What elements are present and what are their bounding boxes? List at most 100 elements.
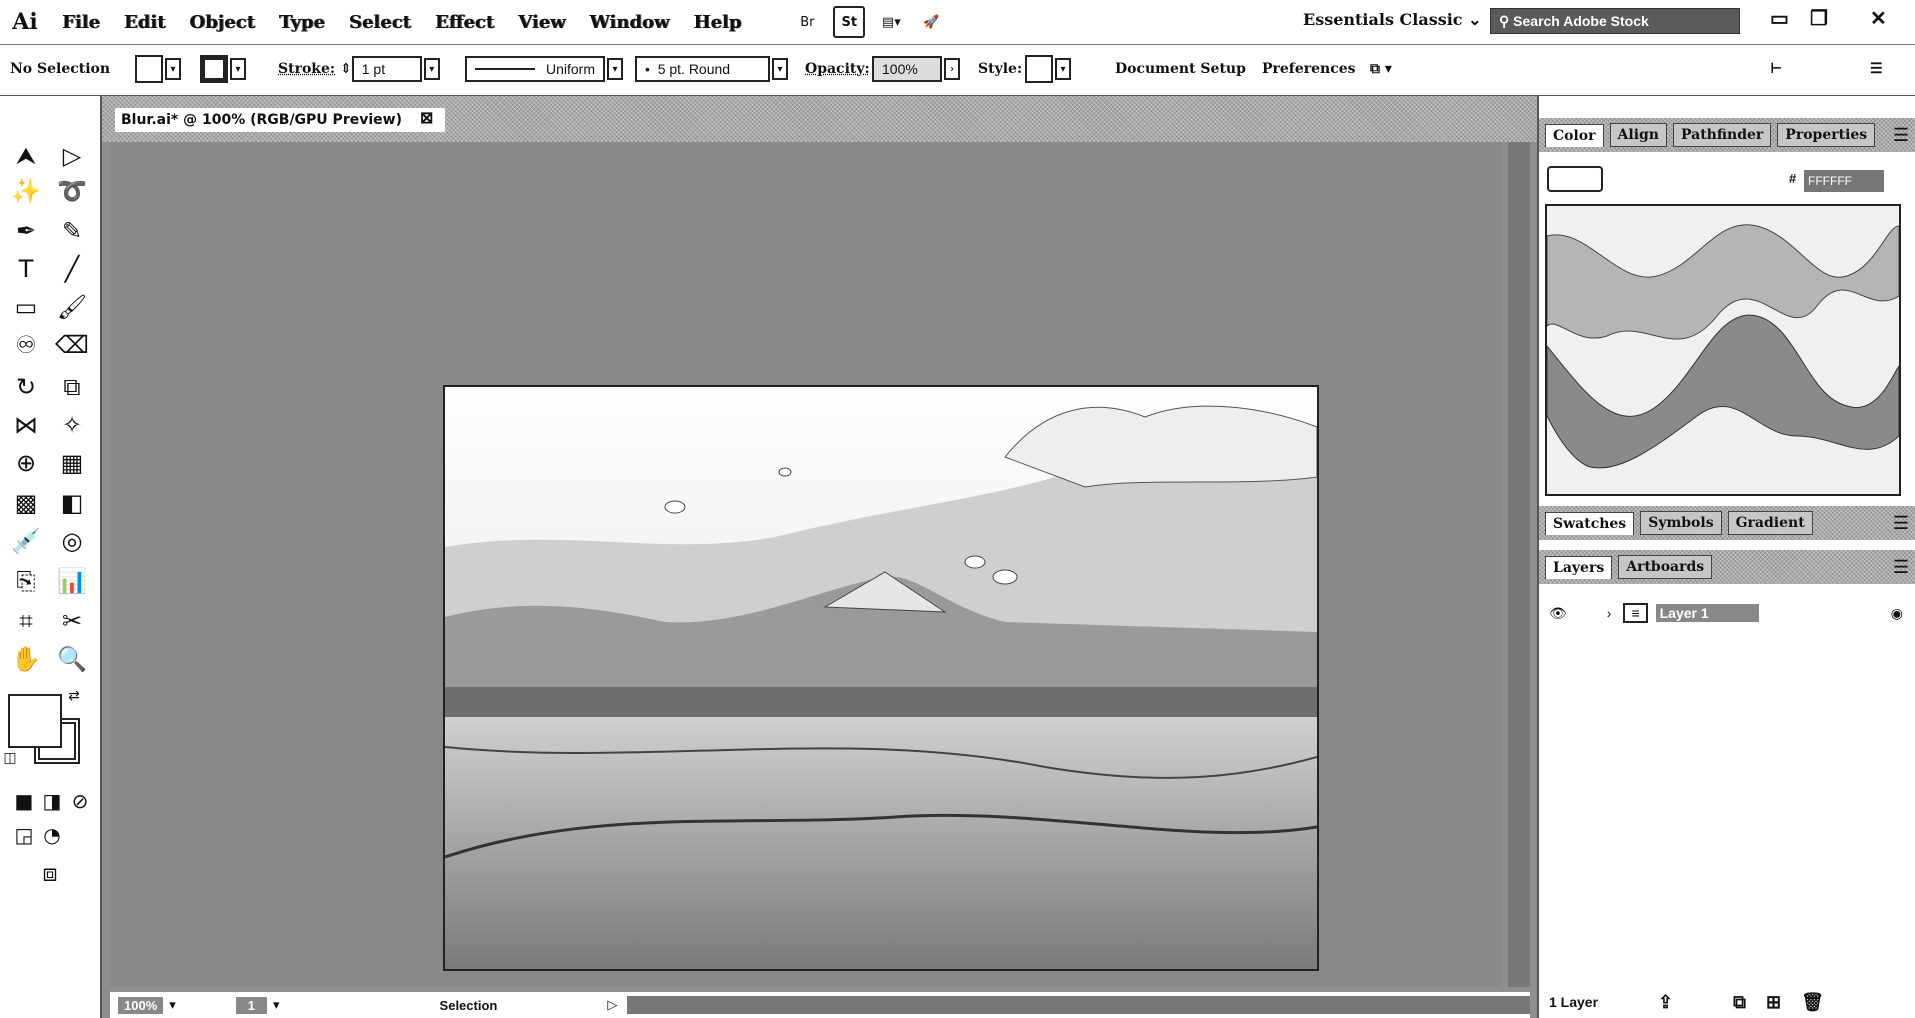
document-setup-button[interactable]: Document Setup xyxy=(1115,55,1246,83)
menu-select[interactable]: Select xyxy=(337,12,423,33)
export-icon[interactable]: ⇪ xyxy=(1658,992,1673,1013)
brush-definition[interactable]: • 5 pt. Round ▾ xyxy=(635,55,788,83)
workspace-switcher[interactable]: Essentials Classic ⌄ xyxy=(1303,10,1482,29)
horizontal-scrollbar[interactable] xyxy=(627,996,1530,1014)
preferences-button[interactable]: Preferences xyxy=(1262,55,1356,83)
paintbrush-tool-icon[interactable]: 🖌 xyxy=(54,292,90,322)
arrange-icon[interactable]: ⧉ ▾ xyxy=(1370,55,1392,83)
color-spectrum-ramp[interactable] xyxy=(1545,204,1901,496)
document-tab[interactable]: Blur.ai* @ 100% (RGB/GPU Preview) xyxy=(115,108,445,132)
hex-input[interactable]: FFFFFF xyxy=(1804,170,1884,192)
close-tab-icon[interactable]: ⊠ xyxy=(420,108,433,128)
restore-icon[interactable]: ❐ xyxy=(1810,6,1828,31)
tab-swatches[interactable]: Swatches xyxy=(1545,511,1635,535)
symbol-sprayer-tool-icon[interactable]: ⎘ xyxy=(8,566,44,596)
blend-tool-icon[interactable]: ◎ xyxy=(54,526,90,556)
fill-color-swatch[interactable] xyxy=(8,694,62,748)
vertical-scrollbar[interactable] xyxy=(1508,142,1530,987)
swap-colors-icon[interactable]: ⇄ xyxy=(64,686,84,706)
play-icon[interactable]: ▷ xyxy=(607,997,617,1013)
width-tool-icon[interactable]: ⋈ xyxy=(8,410,44,440)
artboard-tool-icon[interactable]: ⌗ xyxy=(8,606,44,636)
curvature-tool-icon[interactable]: ✎ xyxy=(54,216,90,246)
chevron-down-icon[interactable]: ▾ xyxy=(273,997,280,1013)
layer-row[interactable]: 👁 › ≡ Layer 1 ◉ xyxy=(1539,596,1915,630)
zoom-level-field[interactable]: 100% xyxy=(118,996,164,1014)
panel-menu-icon[interactable]: ☰ xyxy=(1893,125,1909,146)
minimize-icon[interactable]: ▭ xyxy=(1770,6,1789,31)
menu-effect[interactable]: Effect xyxy=(423,12,506,33)
opacity-label[interactable]: Opacity: xyxy=(805,55,870,83)
zoom-tool-icon[interactable]: 🔍 xyxy=(54,644,90,674)
rotate-tool-icon[interactable]: ↻ xyxy=(8,372,44,402)
menu-help[interactable]: Help xyxy=(681,12,753,33)
panel-menu-icon[interactable]: ☰ xyxy=(1893,513,1909,534)
direct-selection-tool-icon[interactable]: ▷ xyxy=(54,141,90,171)
selection-tool-icon[interactable]: ⮝ xyxy=(8,141,44,171)
default-colors-icon[interactable]: ◫ xyxy=(0,748,20,768)
hand-tool-icon[interactable]: ✋ xyxy=(8,644,44,674)
menu-file[interactable]: File xyxy=(50,12,112,33)
magic-wand-tool-icon[interactable]: ✨ xyxy=(8,176,44,206)
stock-search-input[interactable]: ⚲ Search Adobe Stock xyxy=(1490,8,1740,34)
none-mode-icon[interactable]: ⊘ xyxy=(62,786,98,816)
arrange-documents-icon[interactable]: ▤▾ xyxy=(877,8,905,36)
clipping-mask-icon[interactable]: ⧉ xyxy=(1733,992,1746,1013)
menu-edit[interactable]: Edit xyxy=(112,12,177,33)
tab-pathfinder[interactable]: Pathfinder xyxy=(1672,123,1772,147)
close-window-icon[interactable]: ✕ xyxy=(1870,6,1887,31)
new-layer-icon[interactable]: ⊞ xyxy=(1766,992,1781,1013)
gpu-performance-icon[interactable]: 🚀 xyxy=(917,8,945,36)
pen-tool-icon[interactable]: ✒ xyxy=(8,216,44,246)
shape-builder-tool-icon[interactable]: ⊕ xyxy=(8,448,44,478)
eye-icon[interactable]: 👁 xyxy=(1549,605,1567,622)
menu-type[interactable]: Type xyxy=(267,12,337,33)
eyedropper-tool-icon[interactable]: 💉 xyxy=(8,526,44,556)
stroke-weight-stepper[interactable]: ⇕ 1 pt ▾ xyxy=(340,55,440,83)
column-graph-tool-icon[interactable]: 📊 xyxy=(54,566,90,596)
slice-tool-icon[interactable]: ✂ xyxy=(54,606,90,636)
type-tool-icon[interactable]: T xyxy=(8,254,44,284)
screen-mode-icon[interactable]: ⧈ xyxy=(32,858,68,888)
tab-layers[interactable]: Layers xyxy=(1545,555,1613,579)
bridge-button[interactable]: Br xyxy=(793,8,821,36)
artboard-number-field[interactable]: 1 xyxy=(235,996,268,1014)
stroke-label[interactable]: Stroke: xyxy=(278,55,335,83)
expand-arrow-icon[interactable]: › xyxy=(1607,605,1612,621)
tab-color[interactable]: Color xyxy=(1545,123,1604,147)
target-icon[interactable]: ◉ xyxy=(1891,605,1903,622)
layer-name[interactable]: Layer 1 xyxy=(1655,604,1759,622)
chevron-down-icon[interactable]: ▾ xyxy=(169,997,176,1013)
menu-view[interactable]: View xyxy=(506,12,577,33)
tab-gradient[interactable]: Gradient xyxy=(1727,511,1813,535)
rectangle-tool-icon[interactable]: ▭ xyxy=(8,292,44,322)
tab-artboards[interactable]: Artboards xyxy=(1618,555,1713,579)
menu-object[interactable]: Object xyxy=(177,12,267,33)
lasso-tool-icon[interactable]: ➰ xyxy=(54,176,90,206)
shaper-tool-icon[interactable]: ♾ xyxy=(8,330,44,360)
panel-menu-icon[interactable]: ☰ xyxy=(1870,55,1883,83)
menu-window[interactable]: Window xyxy=(578,12,682,33)
stock-button[interactable]: St xyxy=(833,6,866,38)
line-tool-icon[interactable]: ╱ xyxy=(54,254,90,284)
tab-align[interactable]: Align xyxy=(1609,123,1667,147)
stroke-control[interactable]: ▾ xyxy=(200,55,246,83)
style-control[interactable]: ▾ xyxy=(1025,55,1071,83)
canvas-pasteboard[interactable] xyxy=(110,142,1502,987)
opacity-field[interactable]: 100% xyxy=(872,56,942,82)
tab-properties[interactable]: Properties xyxy=(1777,123,1876,147)
opacity-control[interactable]: 100% › xyxy=(872,55,960,83)
artboard[interactable] xyxy=(443,385,1319,971)
delete-icon[interactable]: 🗑 xyxy=(1801,992,1824,1013)
tab-symbols[interactable]: Symbols xyxy=(1640,511,1722,535)
gradient-tool-icon[interactable]: ◧ xyxy=(54,488,90,518)
puppet-warp-tool-icon[interactable]: ✧ xyxy=(54,410,90,440)
panel-menu-icon[interactable]: ☰ xyxy=(1893,557,1909,578)
fill-stroke-mini-swatch[interactable] xyxy=(1547,166,1603,192)
align-icon[interactable]: ⊢ xyxy=(1770,55,1782,83)
mesh-tool-icon[interactable]: ▩ xyxy=(8,488,44,518)
fill-control[interactable]: ▾ xyxy=(135,55,181,83)
eraser-tool-icon[interactable]: ⌫ xyxy=(54,330,90,360)
perspective-grid-tool-icon[interactable]: ▦ xyxy=(54,448,90,478)
stroke-weight-field[interactable]: 1 pt xyxy=(351,56,422,82)
